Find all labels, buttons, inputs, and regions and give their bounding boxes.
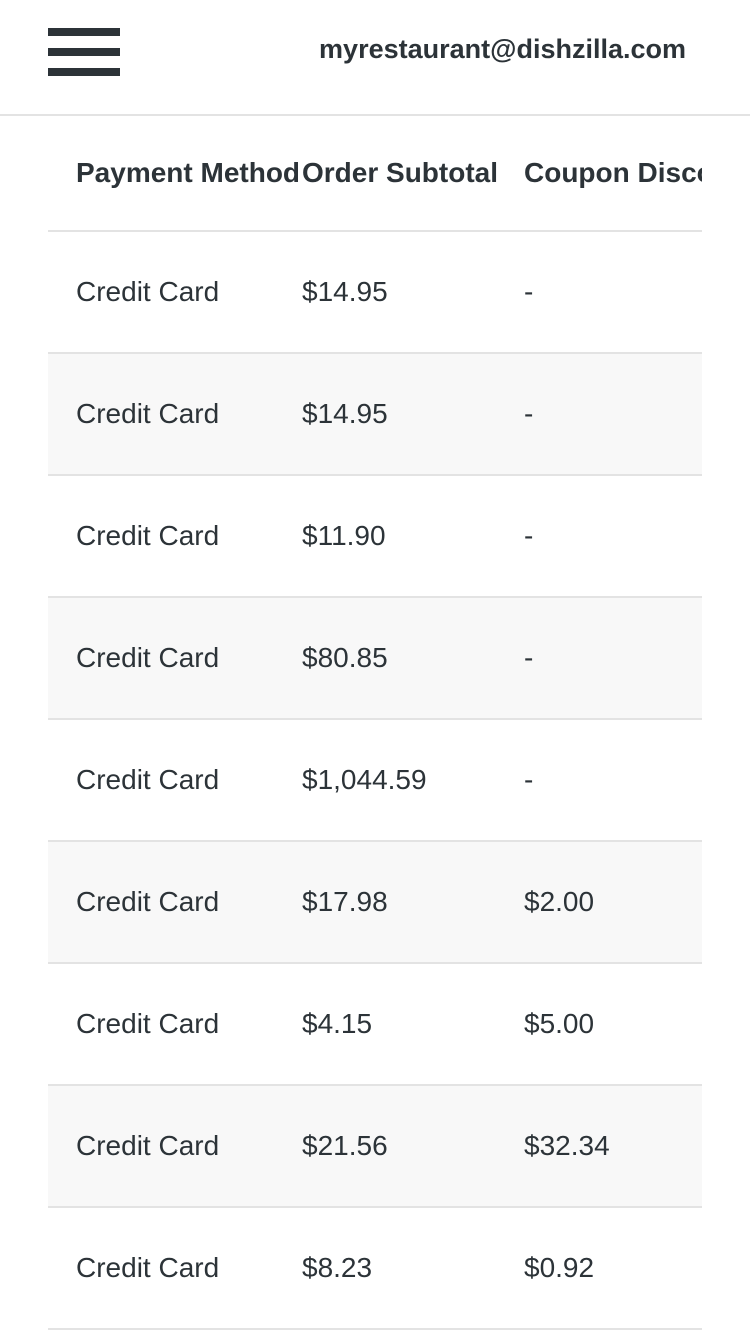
cell-coupon-discount: - (520, 353, 702, 476)
account-email[interactable]: myrestaurant@dishzilla.com (319, 34, 686, 65)
orders-table-container[interactable]: Payment Method Order Subtotal Coupon Dis… (48, 116, 702, 1334)
menu-bar-line (48, 28, 120, 36)
table-row[interactable]: Credit Card $4.15 $5.00 (48, 963, 702, 1086)
cell-coupon-discount: - (520, 597, 702, 720)
cell-payment-method: Credit Card (48, 475, 298, 598)
table-row[interactable]: Credit Card $8.23 $0.92 (48, 1207, 702, 1330)
cell-order-subtotal: $4.15 (298, 963, 520, 1086)
cell-coupon-discount: - (520, 719, 702, 842)
column-header-order-subtotal[interactable]: Order Subtotal (298, 116, 520, 232)
cell-order-subtotal: $17.98 (298, 841, 520, 964)
hamburger-menu-icon[interactable] (48, 28, 120, 76)
cell-payment-method: Credit Card (48, 1085, 298, 1208)
cell-coupon-discount: - (520, 231, 702, 354)
cell-payment-method: Credit Card (48, 719, 298, 842)
cell-order-subtotal: $11.90 (298, 475, 520, 598)
cell-payment-method: Credit Card (48, 353, 298, 476)
top-bar: myrestaurant@dishzilla.com (0, 0, 750, 116)
table-row[interactable]: Credit Card $14.95 - (48, 231, 702, 354)
cell-payment-method: Credit Card (48, 231, 298, 354)
cell-coupon-discount: $0.92 (520, 1207, 702, 1330)
cell-order-subtotal: $14.95 (298, 231, 520, 354)
cell-order-subtotal: $1,044.59 (298, 719, 520, 842)
column-header-coupon-discount[interactable]: Coupon Discount (520, 116, 702, 232)
cell-coupon-discount: $2.00 (520, 841, 702, 964)
cell-payment-method: Credit Card (48, 1207, 298, 1330)
cell-order-subtotal: $21.56 (298, 1085, 520, 1208)
table-row[interactable]: Credit Card $11.90 - (48, 475, 702, 598)
table-row[interactable]: Credit Card $21.56 $32.34 (48, 1085, 702, 1208)
cell-coupon-discount: $32.34 (520, 1085, 702, 1208)
orders-table: Payment Method Order Subtotal Coupon Dis… (48, 116, 702, 1330)
column-header-payment-method[interactable]: Payment Method (48, 116, 298, 232)
menu-bar-line (48, 48, 120, 56)
menu-bar-line (48, 68, 120, 76)
cell-coupon-discount: - (520, 475, 702, 598)
table-row[interactable]: Credit Card $1,044.59 - (48, 719, 702, 842)
cell-order-subtotal: $14.95 (298, 353, 520, 476)
cell-payment-method: Credit Card (48, 597, 298, 720)
cell-order-subtotal: $80.85 (298, 597, 520, 720)
table-row[interactable]: Credit Card $17.98 $2.00 (48, 841, 702, 964)
cell-payment-method: Credit Card (48, 841, 298, 964)
cell-order-subtotal: $8.23 (298, 1207, 520, 1330)
table-header-row: Payment Method Order Subtotal Coupon Dis… (48, 116, 702, 232)
cell-coupon-discount: $5.00 (520, 963, 702, 1086)
cell-payment-method: Credit Card (48, 963, 298, 1086)
table-row[interactable]: Credit Card $14.95 - (48, 353, 702, 476)
table-row[interactable]: Credit Card $80.85 - (48, 597, 702, 720)
